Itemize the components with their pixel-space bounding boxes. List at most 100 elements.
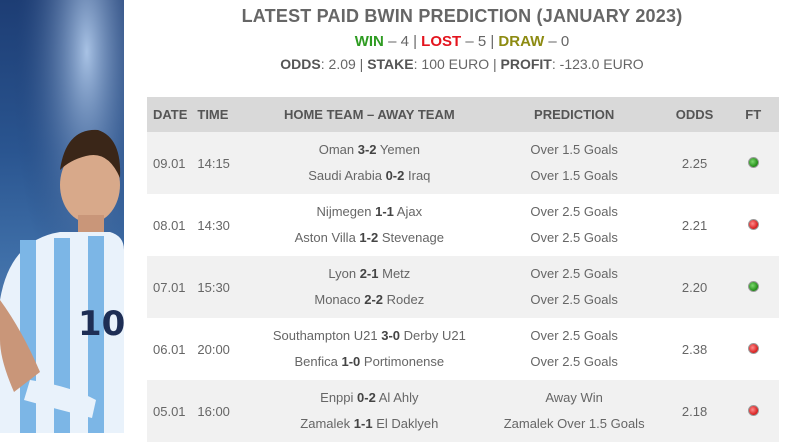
table-row: 09.01 14:15 Oman 3-2 Yemen Saudi Arabia 0-2… <box>147 132 779 194</box>
cell-ft <box>727 194 779 256</box>
home-team: Lyon <box>328 266 357 281</box>
odds-value: : 2.09 | <box>320 56 364 72</box>
prediction-text: Zamalek Over 1.5 Goals <box>503 416 645 431</box>
match-line: Zamalek 1-1 El Daklyeh <box>253 411 486 437</box>
stake-value: : 100 EURO | <box>413 56 497 72</box>
cell-odds: 2.20 <box>661 256 728 318</box>
draw-label: DRAW <box>498 33 545 50</box>
player-photo: 10 <box>0 0 124 433</box>
away-team: Rodez <box>386 292 425 307</box>
match-line: Aston Villa 1-2 Stevenage <box>253 225 486 251</box>
prediction-text: Over 2.5 Goals <box>530 230 618 245</box>
cell-ft <box>727 132 779 194</box>
match-score: 2-2 <box>364 292 384 307</box>
cell-predictions: Over 2.5 Goals Over 2.5 Goals <box>486 318 662 380</box>
prediction-text: Over 2.5 Goals <box>530 354 618 369</box>
away-team: Stevenage <box>381 230 445 245</box>
prediction-text: Over 2.5 Goals <box>530 266 618 281</box>
profit-label: PROFIT <box>500 56 552 72</box>
cell-odds: 2.21 <box>661 194 728 256</box>
table-row: 06.01 20:00 Southampton U21 3-0 Derby U21 B… <box>147 318 779 380</box>
prediction-text: Over 2.5 Goals <box>530 204 618 219</box>
away-team: Metz <box>382 266 411 281</box>
column-header-date: DATE <box>147 97 196 132</box>
cell-time: 15:30 <box>195 256 252 318</box>
away-team: Ajax <box>396 204 423 219</box>
home-team: Saudi Arabia <box>308 168 382 183</box>
match-score: 1-1 <box>353 416 373 431</box>
cell-date: 07.01 <box>147 256 196 318</box>
match-score: 3-2 <box>357 142 377 157</box>
away-team: Al Ahly <box>378 390 419 405</box>
match-score: 0-2 <box>385 168 405 183</box>
cell-predictions: Over 2.5 Goals Over 2.5 Goals <box>486 256 662 318</box>
prediction-text: Away Win <box>545 390 603 405</box>
profit-value: : -123.0 EURO <box>551 56 644 72</box>
cell-predictions: Over 2.5 Goals Over 2.5 Goals <box>486 194 662 256</box>
betting-summary: ODDS: 2.09 | STAKE: 100 EURO | PROFIT: -… <box>124 56 800 72</box>
green-dot-icon <box>747 280 759 292</box>
stake-label: STAKE <box>367 56 414 72</box>
page-title: LATEST PAID BWIN PREDICTION (JANUARY 202… <box>241 6 683 26</box>
home-team: Oman <box>318 142 355 157</box>
away-team: Derby U21 <box>403 328 466 343</box>
match-score: 2-1 <box>359 266 379 281</box>
odds-label: ODDS <box>280 56 321 72</box>
prediction-text: Over 1.5 Goals <box>530 168 618 183</box>
column-header-ft: FT <box>727 97 779 132</box>
home-team: Zamalek <box>300 416 351 431</box>
cell-matches: Lyon 2-1 Metz Monaco 2-2 Rodez <box>251 256 487 318</box>
cell-date: 06.01 <box>147 318 196 380</box>
cell-time: 20:00 <box>195 318 252 380</box>
red-dot-icon <box>747 218 759 230</box>
win-value: – 4 | <box>388 33 417 50</box>
draw-value: – 0 <box>548 33 570 50</box>
cell-ft <box>727 256 779 318</box>
home-team: Enppi <box>320 390 354 405</box>
cell-date: 09.01 <box>147 132 196 194</box>
away-team: Iraq <box>408 168 431 183</box>
cell-time: 14:15 <box>195 132 252 194</box>
cell-matches: Oman 3-2 Yemen Saudi Arabia 0-2 Iraq <box>251 132 487 194</box>
match-score: 0-2 <box>357 390 376 405</box>
cell-matches: Nijmegen 1-1 Ajax Aston Villa 1-2 Stevena… <box>251 194 487 256</box>
cell-matches: Southampton U21 3-0 Derby U21 Benfica 1-0… <box>251 318 487 380</box>
lost-value: – 5 | <box>465 33 495 50</box>
cell-date: 08.01 <box>147 194 196 256</box>
away-team: Portimonense <box>363 354 445 369</box>
match-score: 1-0 <box>341 354 361 369</box>
record-summary: WIN – 4 | LOST – 5 | DRAW – 0 <box>124 33 800 50</box>
column-header-prediction: PREDICTION <box>486 97 662 132</box>
cell-odds: 2.25 <box>661 132 728 194</box>
home-team: Nijmegen <box>316 204 372 219</box>
cell-time: 14:30 <box>195 194 252 256</box>
match-line: Monaco 2-2 Rodez <box>253 287 486 313</box>
home-team: Monaco <box>314 292 361 307</box>
match-score: 1-1 <box>375 204 394 219</box>
home-team: Benfica <box>294 354 338 369</box>
away-team: Yemen <box>379 142 420 157</box>
column-header-odds: ODDS <box>661 97 728 132</box>
match-line: Oman 3-2 Yemen <box>253 137 486 163</box>
match-score: 1-2 <box>359 230 379 245</box>
cell-predictions: Over 1.5 Goals Over 1.5 Goals <box>486 132 662 194</box>
column-header-match: HOME TEAM – AWAY TEAM <box>251 97 487 132</box>
lost-label: LOST <box>421 33 462 50</box>
cell-ft <box>727 318 779 380</box>
home-team: Aston Villa <box>294 230 356 245</box>
table-row: 07.01 15:30 Lyon 2-1 Metz Monaco 2-2 Rodez O… <box>147 256 779 318</box>
green-dot-icon <box>747 156 759 168</box>
prediction-text: Over 2.5 Goals <box>530 328 618 343</box>
svg-text:10: 10 <box>78 304 124 344</box>
player-illustration: 10 <box>0 0 124 433</box>
match-line: Benfica 1-0 Portimonense <box>253 349 486 375</box>
prediction-text: Over 2.5 Goals <box>530 292 618 307</box>
column-header-time: TIME <box>195 97 252 132</box>
table-header-row: DATE TIME HOME TEAM – AWAY TEAM PREDICTI… <box>147 97 779 132</box>
match-line: Southampton U21 3-0 Derby U21 <box>253 323 486 349</box>
cell-odds: 2.38 <box>661 318 728 380</box>
match-line: Saudi Arabia 0-2 Iraq <box>253 163 486 189</box>
red-dot-icon <box>747 342 759 354</box>
table-row: 08.01 14:30 Nijmegen 1-1 Ajax Aston Villa 1… <box>147 194 779 256</box>
win-label: WIN <box>354 33 384 50</box>
